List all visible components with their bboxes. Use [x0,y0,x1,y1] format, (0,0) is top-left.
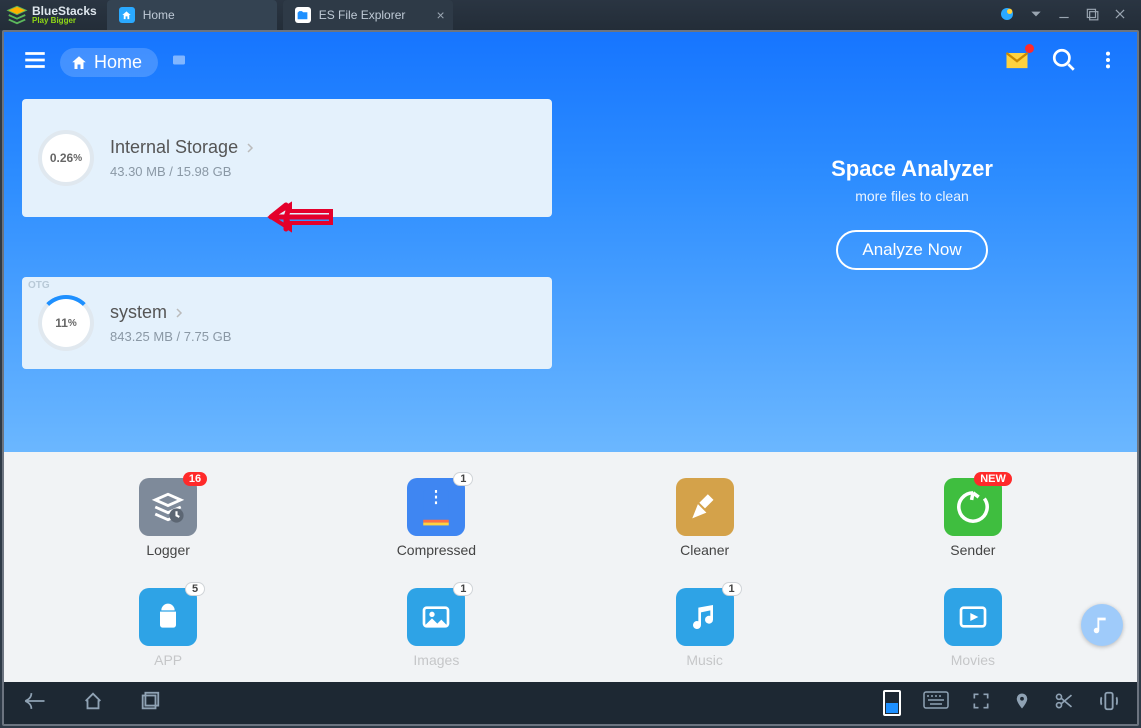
overflow-icon[interactable] [1097,47,1119,78]
tile-label: APP [154,652,182,668]
back-button[interactable] [20,690,48,717]
fullscreen-icon[interactable] [971,691,991,716]
maximize-button[interactable] [1085,7,1099,24]
app-header-area: Home 0.26% Internal Storage 43.30 [4,32,1137,452]
percent-unit: % [73,153,82,164]
tile-sender[interactable]: NEW Sender [944,478,1002,558]
keyboard-toggle[interactable] [883,690,901,716]
badge: 5 [185,582,205,596]
tile-label: Logger [146,542,190,558]
window-icon[interactable] [170,51,188,74]
tile-logger[interactable]: 16 Logger [139,478,197,558]
tile-compressed[interactable]: 1 Compressed [397,478,476,558]
shake-icon[interactable] [1097,690,1121,717]
tile-label: Images [413,652,459,668]
android-navbar [4,682,1137,724]
internal-storage-card[interactable]: 0.26% Internal Storage 43.30 MB / 15.98 … [22,99,552,217]
tile-label: Movies [951,652,995,668]
dropdown-icon[interactable] [1029,7,1043,24]
window-buttons [985,0,1141,30]
home-pill-label: Home [94,52,142,73]
analyzer-title: Space Analyzer [787,156,1037,182]
scissors-icon[interactable] [1053,691,1075,716]
chevron-right-icon [173,307,185,319]
tile-music[interactable]: 1 Music [676,588,734,668]
app-toolbar: Home [22,46,1119,79]
tile-label: Sender [950,542,995,558]
mail-icon[interactable] [1003,46,1031,79]
tab-label: ES File Explorer [319,8,406,22]
storage-label: system [110,302,167,323]
home-icon [119,7,135,23]
tab-home[interactable]: Home [107,0,277,30]
system-storage-card[interactable]: OTG 11% system 843.25 MB / 7.75 GB [22,277,552,369]
percent-value: 11 [55,316,68,330]
movie-icon [957,601,989,633]
tile-label: Compressed [397,542,476,558]
close-button[interactable] [1113,7,1127,24]
android-frame: Home 0.26% Internal Storage 43.30 [2,30,1139,726]
percent-unit: % [68,318,77,329]
usage-ring: 0.26% [38,130,94,186]
notification-dot [1025,44,1034,53]
tagline-text: Play Bigger [32,17,97,25]
space-analyzer: Space Analyzer more files to clean Analy… [787,156,1037,270]
menu-icon[interactable] [22,47,48,78]
es-icon [295,7,311,23]
tile-label: Cleaner [680,542,729,558]
tile-label: Music [686,652,723,668]
category-tiles: 16 Logger 1 Compressed Cleaner NEW Sende… [4,452,1137,682]
broom-icon [688,490,722,524]
badge: 1 [453,472,473,486]
badge: NEW [974,472,1012,486]
sender-icon [956,490,990,524]
recent-button[interactable] [138,690,162,717]
layers-icon [6,4,28,26]
logger-icon [151,490,185,524]
home-icon [70,54,88,72]
tab-container: Home ES File Explorer × [107,0,985,30]
music-note-icon [1091,614,1113,636]
badge: 1 [453,582,473,596]
otg-tag: OTG [28,280,50,291]
tab-label: Home [143,8,175,22]
tab-close-icon[interactable]: × [437,7,445,23]
zip-icon [419,487,453,527]
minimize-button[interactable] [1057,7,1071,24]
tile-cleaner[interactable]: Cleaner [676,478,734,558]
analyzer-subtitle: more files to clean [787,188,1037,204]
percent-value: 0.26 [50,151,73,165]
music-icon [689,601,721,633]
premium-icon[interactable] [999,6,1015,25]
location-icon[interactable] [1013,690,1031,717]
chevron-right-icon [244,142,256,154]
storage-usage: 843.25 MB / 7.75 GB [110,329,231,344]
storage-usage: 43.30 MB / 15.98 GB [110,164,256,179]
search-icon[interactable] [1051,47,1077,78]
usage-ring: 11% [38,295,94,351]
toolbar-right [1003,46,1119,79]
home-button[interactable] [80,690,106,717]
floating-music-button[interactable] [1081,604,1123,646]
badge: 1 [722,582,742,596]
bluestacks-titlebar: BlueStacks Play Bigger Home ES File Expl… [0,0,1141,30]
badge: 16 [183,472,207,486]
tile-movies[interactable]: Movies [944,588,1002,668]
home-pill[interactable]: Home [60,48,158,77]
analyze-button[interactable]: Analyze Now [836,230,987,270]
keyboard-icon[interactable] [923,691,949,716]
tile-images[interactable]: 1 Images [407,588,465,668]
tile-app[interactable]: 5 APP [139,588,197,668]
tab-esfileexplorer[interactable]: ES File Explorer × [283,0,453,30]
storage-label: Internal Storage [110,137,238,158]
image-icon [420,601,452,633]
android-icon [152,601,184,633]
bluestacks-logo: BlueStacks Play Bigger [0,0,107,30]
